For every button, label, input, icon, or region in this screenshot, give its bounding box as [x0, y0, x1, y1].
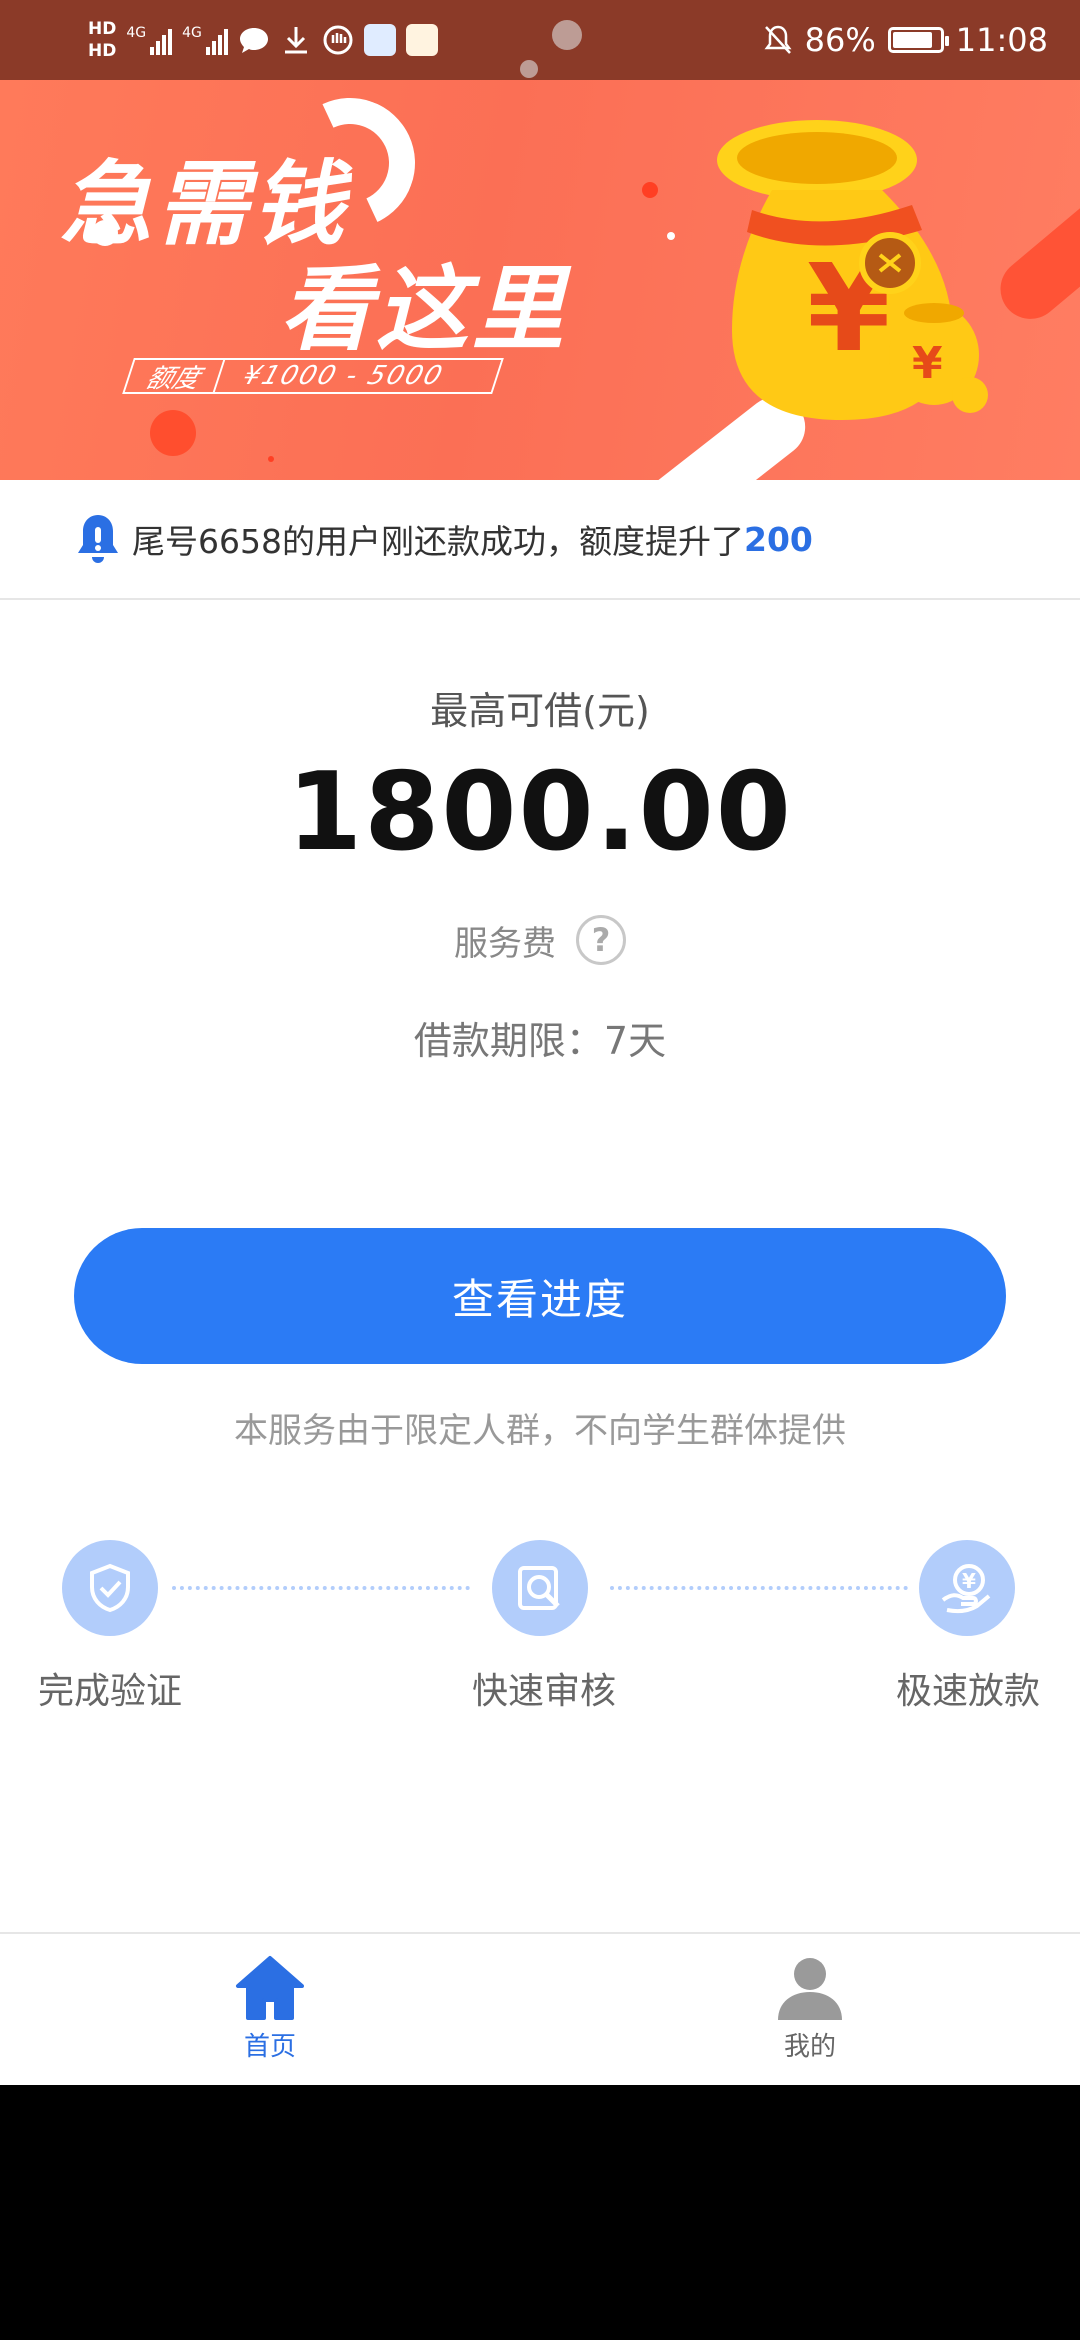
notice-amount: 200	[743, 519, 813, 559]
step-label-review: 快速审核	[472, 1671, 617, 1712]
quota-range: ¥1000 - 5000	[239, 361, 448, 391]
disclaimer-text: 本服务由于限定人群，不向学生群体提供	[234, 1411, 846, 1451]
step-connector	[172, 1586, 470, 1590]
overlay-dot	[552, 20, 582, 50]
app-icon	[405, 24, 438, 56]
signal-icon: 4G	[126, 25, 173, 55]
coin-symbol: ¥	[962, 1569, 976, 1593]
quota-label: 额度	[124, 360, 226, 394]
service-fee-label: 服务费	[454, 923, 556, 964]
bell-icon	[78, 515, 118, 563]
decor-bubble	[150, 410, 196, 456]
max-borrow-amount: 1800.00	[287, 750, 793, 875]
step-label-verify: 完成验证	[38, 1671, 183, 1712]
battery-icon	[887, 27, 949, 53]
sim2-network-label: 4G	[182, 25, 202, 41]
tab-mine[interactable]: 我的	[740, 1954, 880, 2063]
decor-bubble	[667, 232, 675, 240]
signal-icon: 4G	[182, 25, 228, 55]
coin-hand-icon: ¥	[919, 1540, 1015, 1636]
hd-indicator: HD HD	[88, 18, 116, 62]
clock: 11:08	[955, 21, 1048, 59]
decor-bubble	[642, 182, 658, 198]
tab-home-label: 首页	[243, 2032, 296, 2062]
service-fee-row: 服务费 ?	[0, 915, 1080, 965]
status-left: HD HD 4G 4G	[88, 10, 438, 70]
app-icon	[363, 24, 396, 56]
download-icon	[280, 24, 312, 56]
promo-banner[interactable]: 急需钱 看这里 额度 ¥1000 - 5000 ¥ ¥	[0, 80, 1080, 480]
review-search-icon	[492, 1540, 588, 1636]
sim1-network-label: 4G	[126, 25, 147, 41]
status-bar: HD HD 4G 4G 86% 11:08	[0, 0, 1080, 80]
step-label-disburse: 极速放款	[896, 1671, 1041, 1712]
max-borrow-label: 最高可借(元)	[430, 689, 650, 733]
step-connector	[610, 1586, 908, 1590]
hd1-label: HD	[88, 19, 117, 39]
app-screen: HD HD 4G 4G 86% 11:08 急需钱 看这里 额度 ¥1000 -…	[0, 0, 1080, 2085]
home-icon	[236, 1956, 304, 2020]
overlay-dot	[520, 60, 538, 78]
loan-term: 借款期限：7天	[413, 1019, 667, 1063]
money-bag-icon: ¥ ¥	[717, 120, 988, 420]
hd2-label: HD	[88, 41, 117, 61]
bottom-tab-bar: 首页 我的	[0, 1932, 1080, 2085]
banner-headline-2: 看这里	[280, 256, 569, 363]
status-right: 86% 11:08	[763, 12, 1048, 68]
bag-symbol-small: ¥	[912, 338, 943, 389]
tab-home[interactable]: 首页	[200, 1954, 340, 2063]
user-icon	[778, 1958, 842, 2020]
repayment-notice: 尾号6658的用户刚还款成功，额度提升了 200	[0, 480, 1080, 600]
hand-icon	[322, 24, 354, 56]
mute-bell-icon	[764, 25, 792, 54]
message-icon	[238, 24, 270, 56]
notice-text: 尾号6658的用户刚还款成功，额度提升了	[132, 522, 744, 561]
quota-tag: 额度 ¥1000 - 5000	[122, 358, 504, 394]
shield-check-icon	[62, 1540, 158, 1636]
view-progress-button[interactable]: 查看进度	[74, 1228, 1006, 1364]
decor-bubble	[268, 456, 274, 462]
tab-mine-label: 我的	[783, 2032, 836, 2062]
help-icon[interactable]: ?	[576, 915, 626, 965]
battery-percent: 86%	[804, 21, 876, 59]
